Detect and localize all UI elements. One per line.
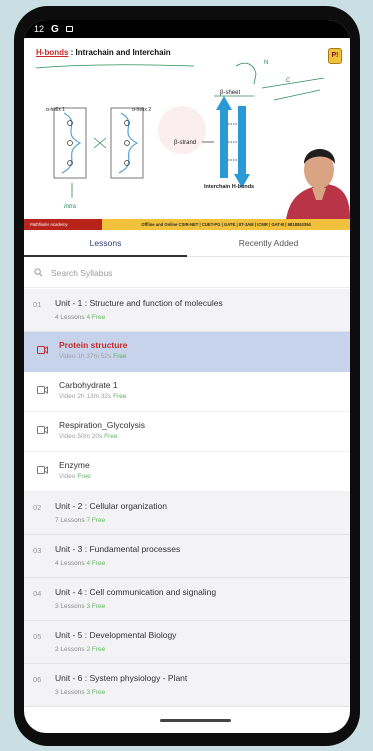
video-camera-icon (37, 380, 55, 411)
lesson-respiration-glycolysis[interactable]: Respiration_Glycolysis Video 50m 20s Fre… (24, 412, 350, 452)
lesson-title: Respiration_Glycolysis (59, 420, 145, 430)
unit-row-6[interactable]: 06 Unit - 6 : System physiology - Plant … (24, 664, 350, 707)
helix2-label: α-helix 2 (132, 107, 151, 113)
n-note: N (264, 60, 268, 66)
unit-row-5[interactable]: 05 Unit - 5 : Developmental Biology 2 Le… (24, 621, 350, 664)
strand-label: β-strand (174, 140, 196, 146)
banner-tagline: Offline and Online CSIR-NET | CUET-PG | … (102, 219, 350, 230)
unit-meta: 3 Lessons 3 Free (55, 689, 106, 696)
lesson-protein-structure[interactable]: Protein structure Video 1h 37m 52s Free (24, 332, 350, 372)
unit-number: 02 (33, 503, 42, 512)
unit-number: 01 (33, 300, 42, 309)
tab-lessons[interactable]: Lessons (24, 230, 187, 257)
lesson-meta: Video 1h 37m 52s Free (59, 353, 127, 360)
unit-number: 06 (33, 675, 42, 684)
notification-icon (65, 26, 73, 32)
unit-meta: 3 Lessons 3 Free (55, 603, 106, 610)
slide-diagram: α-helix 1 α-helix 2 Intra β-strand β-she… (35, 60, 350, 219)
unit-title: Unit - 1 : Structure and function of mol… (55, 298, 223, 308)
lesson-title: Enzyme (59, 460, 90, 470)
lesson-meta: Video Free (59, 473, 91, 480)
unit-number: 03 (33, 546, 42, 555)
unit-title: Unit - 2 : Cellular organization (55, 501, 167, 511)
home-indicator[interactable] (160, 719, 231, 722)
app-screen: 12 G H-bonds : Intrachain and Interchain… (24, 20, 350, 733)
video-player[interactable]: H-bonds : Intrachain and Interchain P! α… (24, 38, 350, 219)
interchain-label: Interchain H-bonds (204, 184, 254, 190)
banner-brand: Pathfinder Academy (24, 219, 103, 230)
tab-recently-added[interactable]: Recently Added (187, 230, 350, 256)
video-camera-icon (37, 420, 55, 451)
video-camera-icon (37, 340, 55, 372)
unit-row-4[interactable]: 04 Unit - 4 : Cell communication and sig… (24, 578, 350, 621)
unit-meta: 4 Lessons 4 Free (55, 314, 106, 321)
search-input[interactable]: Search Syllabus (51, 268, 112, 278)
unit-title: Unit - 4 : Cell communication and signal… (55, 587, 217, 597)
unit-meta: 2 Lessons 2 Free (55, 646, 106, 653)
unit-title: Unit - 6 : System physiology - Plant (55, 673, 188, 683)
unit-row-1[interactable]: 01 Unit - 1 : Structure and function of … (24, 289, 350, 332)
unit-meta: 7 Lessons 7 Free (55, 517, 106, 524)
google-icon: G (51, 23, 59, 35)
unit-title: Unit - 3 : Fundamental processes (55, 544, 181, 554)
unit-number: 05 (33, 632, 42, 641)
lesson-meta: Video 2h 13m 32s Free (59, 393, 127, 400)
status-time: 12 (34, 24, 45, 34)
unit-row-2[interactable]: 02 Unit - 2 : Cellular organization 7 Le… (24, 492, 350, 535)
video-camera-icon (37, 460, 55, 491)
unit-title: Unit - 5 : Developmental Biology (55, 630, 177, 640)
search-bar[interactable]: Search Syllabus (24, 258, 350, 288)
unit-meta: 4 Lessons 4 Free (55, 560, 106, 567)
tab-bar: Lessons Recently Added (24, 230, 350, 257)
unit-number: 04 (33, 589, 42, 598)
unit-row-3[interactable]: 03 Unit - 3 : Fundamental processes 4 Le… (24, 535, 350, 578)
status-bar: 12 G (24, 20, 350, 38)
lesson-title: Carbohydrate 1 (59, 380, 118, 390)
syllabus-list: 01 Unit - 1 : Structure and function of … (24, 289, 350, 707)
search-icon (34, 268, 43, 277)
academy-banner: Pathfinder Academy Offline and Online CS… (24, 219, 350, 230)
intra-note: Intra (64, 204, 77, 210)
sheet-label: β-sheet (220, 90, 240, 96)
lesson-meta: Video 50m 20s Free (59, 433, 118, 440)
lesson-title: Protein structure (59, 340, 128, 350)
helix1-label: α-helix 1 (46, 107, 65, 113)
lesson-enzyme[interactable]: Enzyme Video Free (24, 452, 350, 492)
lesson-carbohydrate-1[interactable]: Carbohydrate 1 Video 2h 13m 32s Free (24, 372, 350, 412)
